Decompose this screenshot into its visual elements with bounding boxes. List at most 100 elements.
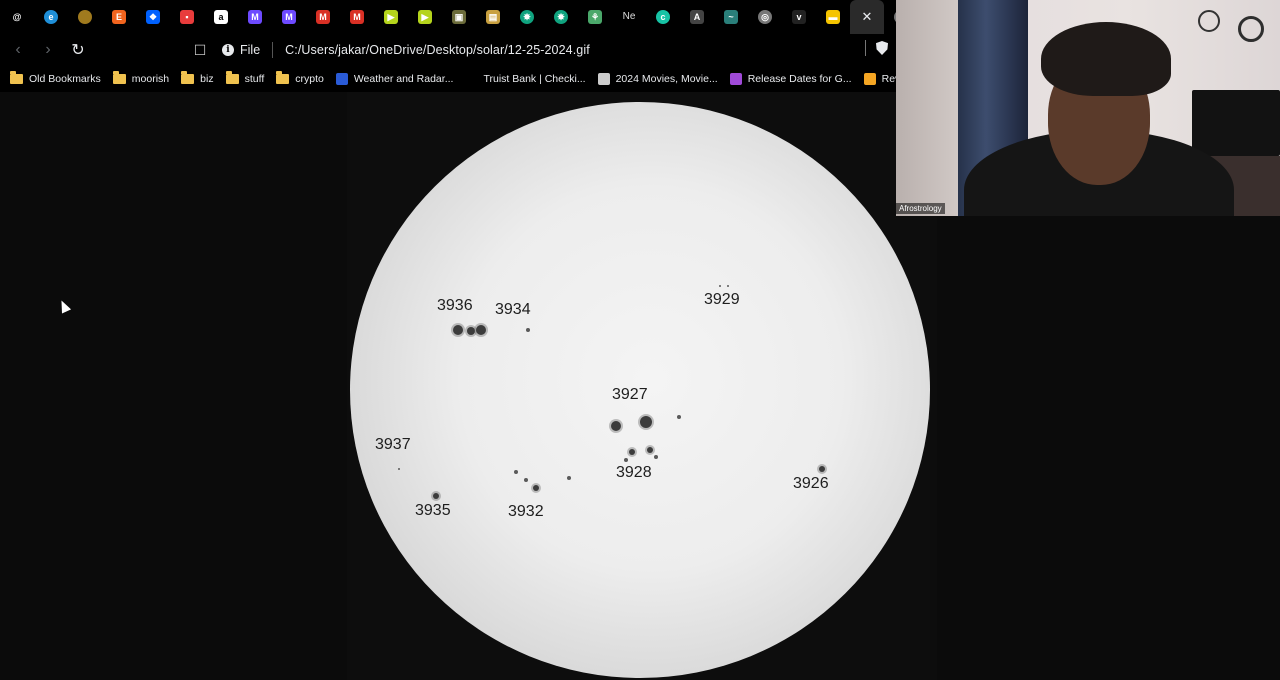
browser-tab[interactable]: ▬ [816,0,850,34]
active-region-label: 3932 [508,503,544,520]
a-logo-icon: A [690,10,704,24]
bookmark-label: stuff [244,73,265,85]
reload-button[interactable]: ↻ [66,38,90,62]
leaf-icon: ▶ [418,10,432,24]
proton-mail-icon: M [282,10,296,24]
openai-icon: ✸ [554,10,568,24]
site-favicon-icon [465,73,478,85]
browser-tab[interactable]: ◎ [748,0,782,34]
browser-tab[interactable]: v [782,0,816,34]
bookmark-item[interactable]: Revoke [863,73,896,85]
toolbar-right [865,40,888,56]
amazon-icon: a [214,10,228,24]
brave-shield-icon[interactable] [876,41,888,55]
active-region-label: 3934 [495,301,531,318]
bookmark-folder[interactable]: Old Bookmarks [10,71,101,85]
solar-image: 3936 3934 3929 3927 3928 3937 3935 3932 3926 [347,92,937,680]
browser-tab[interactable] [68,0,102,34]
browser-tab[interactable]: ⚘ [578,0,612,34]
tab-strip: @ e E ❖ ▪ a M M M M ▶ ▶ ▣ ▤ ✸ ✸ ⚘ Ne c A ~ ◎ v ▬ ✕ ◎ [0,0,896,34]
wall-decor [1198,10,1220,32]
sunspot [624,458,628,462]
bookmark-folder[interactable]: biz [181,71,214,85]
active-region-label: 3928 [616,464,652,481]
site-favicon-icon [729,73,742,85]
sunspot [398,468,400,470]
browser-tab[interactable]: @ [0,0,34,34]
dropbox-icon: ❖ [146,10,160,24]
plant-icon: ⚘ [588,10,602,24]
bookmark-folder[interactable]: stuff [225,71,265,85]
browser-tab[interactable]: ▣ [442,0,476,34]
browser-tab[interactable]: M [306,0,340,34]
site-favicon-icon [597,73,610,85]
browser-tab[interactable]: ▤ [476,0,510,34]
sunspot [524,478,528,482]
browser-tab[interactable]: ▶ [374,0,408,34]
c-circle-icon: c [656,10,670,24]
bookmark-item[interactable]: Release Dates for G... [729,73,852,85]
bookmark-item[interactable]: Truist Bank | Checki... [465,73,586,85]
document-icon: ▤ [486,10,500,24]
browser-tab[interactable]: e [34,0,68,34]
sunspot [514,470,518,474]
site-favicon-icon [863,73,876,85]
folder-icon [112,71,126,84]
sunspot [819,466,825,472]
image-icon: ▣ [452,10,466,24]
site-info-button[interactable]: i File [222,43,260,57]
browser-tab[interactable]: ❖ [136,0,170,34]
bookmark-folder[interactable]: moorish [112,71,170,85]
sunspot [433,493,439,499]
browser-toolbar: ‹ › ↻ ☐ i File C:/Users/jakar/OneDrive/D… [0,34,896,66]
browser-tab[interactable]: M [272,0,306,34]
address-bar[interactable]: ☐ i File C:/Users/jakar/OneDrive/Desktop… [190,37,850,63]
browser-tab[interactable]: c [646,0,680,34]
forward-button[interactable]: › [36,38,60,62]
bookmark-label: Revoke [881,73,896,85]
back-button[interactable]: ‹ [6,38,30,62]
bookmark-label: moorish [131,73,170,85]
browser-tab[interactable]: ✸ [510,0,544,34]
bookmark-item[interactable]: Weather and Radar... [335,73,453,85]
bookmark-label: Release Dates for G... [747,73,852,85]
active-region-label: 3929 [704,291,740,308]
site-favicon-icon [335,73,348,85]
bookmark-item[interactable]: 2024 Movies, Movie... [597,73,718,85]
sunspot [677,415,681,419]
active-region-label: 3936 [437,297,473,314]
leaf-icon: ▶ [384,10,398,24]
active-region-label: 3935 [415,502,451,519]
bookmark-icon[interactable]: ☐ [190,42,210,59]
browser-tab[interactable]: ◎ [884,0,896,34]
openai-icon: ✸ [520,10,534,24]
site-info-label: File [240,43,261,57]
browser-tab[interactable]: E [102,0,136,34]
bookmark-label: crypto [295,73,324,85]
browser-tab[interactable]: a [204,0,238,34]
sunspot [476,325,486,335]
folder-icon [181,71,195,84]
browser-tab[interactable]: A [680,0,714,34]
folder-icon [10,71,23,84]
bookmark-label: Old Bookmarks [29,73,101,85]
sunspot [719,285,721,287]
browser-tab[interactable]: M [340,0,374,34]
url-text[interactable]: C:/Users/jakar/OneDrive/Desktop/solar/12… [285,43,590,57]
sunspot [611,421,621,431]
browser-tab[interactable]: M [238,0,272,34]
webcam-tv [1192,90,1280,156]
close-icon[interactable]: ✕ [862,9,873,25]
sunspot [467,327,475,335]
browser-tab[interactable]: ✸ [544,0,578,34]
browser-tab[interactable]: ▶ [408,0,442,34]
ne-icon: Ne [622,11,636,22]
pdf-icon: ▪ [180,10,194,24]
bookmark-folder[interactable]: crypto [276,71,324,85]
browser-tab[interactable]: ▪ [170,0,204,34]
browser-tab[interactable]: ~ [714,0,748,34]
browser-tab[interactable]: Ne [612,0,646,34]
browser-tab[interactable]: ✕ [850,0,884,34]
url-separator [272,42,274,58]
edge-icon: e [44,10,58,24]
